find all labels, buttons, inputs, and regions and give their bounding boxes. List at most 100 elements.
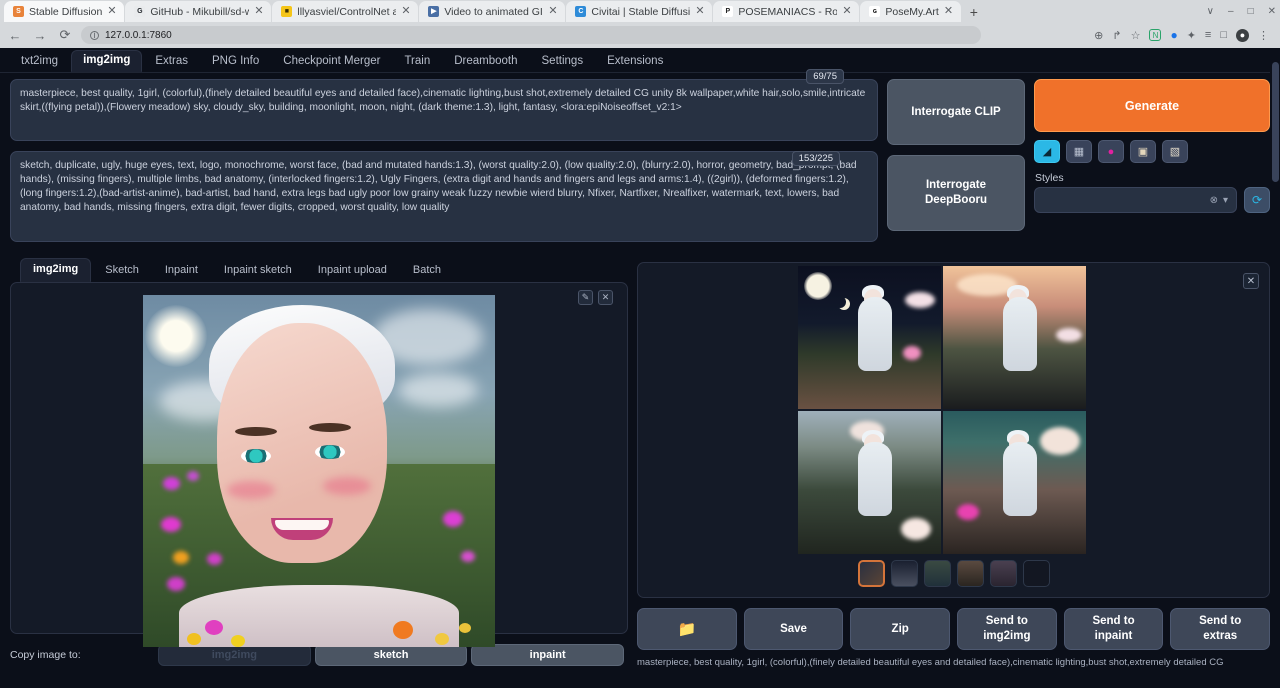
bookmark-star-icon[interactable]: ☆ bbox=[1131, 29, 1141, 42]
cloud bbox=[398, 373, 478, 407]
tab-settings[interactable]: Settings bbox=[531, 52, 595, 73]
subtab-inpaint-upload[interactable]: Inpaint upload bbox=[306, 260, 399, 282]
chevron-down-icon[interactable]: ▾ bbox=[1223, 195, 1228, 206]
paste-arrow-icon[interactable]: ◢ bbox=[1034, 140, 1060, 163]
remove-image-icon[interactable]: ✕ bbox=[598, 290, 613, 305]
address-bar[interactable]: i 127.0.0.1:7860 bbox=[81, 26, 981, 44]
open-folder-button[interactable]: 📁 bbox=[637, 608, 737, 650]
tab-png-info[interactable]: PNG Info bbox=[201, 52, 270, 73]
tab-train[interactable]: Train bbox=[393, 52, 441, 73]
reading-list-icon[interactable]: ≡ bbox=[1205, 29, 1211, 41]
chrome-menu-icon[interactable]: ⋮ bbox=[1258, 29, 1269, 42]
send-to-img2img-button[interactable]: Send to img2img bbox=[957, 608, 1057, 650]
close-window-icon[interactable]: ✕ bbox=[1268, 6, 1276, 17]
zip-button[interactable]: Zip bbox=[850, 608, 950, 650]
browser-tab-github[interactable]: G GitHub - Mikubill/sd-webui-co ✕ bbox=[125, 1, 271, 22]
subtab-inpaint-sketch[interactable]: Inpaint sketch bbox=[212, 260, 304, 282]
result-image-2[interactable] bbox=[943, 266, 1086, 409]
browser-tab-video-gif[interactable]: ▶ Video to animated GIF converter ✕ bbox=[419, 1, 565, 22]
share-icon[interactable]: ↱ bbox=[1112, 29, 1121, 42]
embroidery bbox=[393, 621, 413, 639]
close-gallery-icon[interactable]: ✕ bbox=[1243, 273, 1259, 289]
close-icon[interactable]: ✕ bbox=[944, 6, 954, 17]
img2img-left-pane: img2img Sketch Inpaint Inpaint sketch In… bbox=[10, 258, 628, 667]
apply-style-icon[interactable]: ▣ bbox=[1130, 140, 1156, 163]
notion-extension-icon[interactable]: N bbox=[1149, 29, 1161, 41]
new-tab-button[interactable]: + bbox=[962, 1, 986, 22]
generate-column: Generate ◢ ▦ ● ▣ ▧ Styles ⊗ ▾ ⟳ bbox=[1034, 79, 1270, 213]
browser-tab-civitai[interactable]: C Civitai | Stable Diffusion model ✕ bbox=[566, 1, 712, 22]
zoom-icon[interactable]: ⊕ bbox=[1094, 29, 1103, 42]
result-image-1[interactable] bbox=[798, 266, 941, 409]
copy-to-img2img-button[interactable]: img2img bbox=[158, 644, 311, 666]
forward-icon[interactable]: → bbox=[31, 28, 49, 43]
minimize-icon[interactable]: – bbox=[1228, 6, 1234, 17]
extensions-puzzle-icon[interactable]: ✦ bbox=[1187, 29, 1196, 42]
close-icon[interactable]: ✕ bbox=[548, 6, 558, 17]
result-image-3[interactable] bbox=[798, 411, 941, 554]
subtab-inpaint[interactable]: Inpaint bbox=[153, 260, 210, 282]
subtab-img2img[interactable]: img2img bbox=[20, 258, 91, 282]
extra-networks-icon[interactable]: ● bbox=[1098, 140, 1124, 163]
tab-txt2img[interactable]: txt2img bbox=[10, 52, 69, 73]
prompt-input[interactable]: masterpiece, best quality, 1girl, (color… bbox=[10, 79, 878, 141]
subtab-sketch[interactable]: Sketch bbox=[93, 260, 151, 282]
thumbnail-3[interactable] bbox=[957, 560, 984, 587]
interrogate-clip-button[interactable]: Interrogate CLIP bbox=[887, 79, 1025, 145]
reload-icon[interactable]: ⟳ bbox=[56, 27, 74, 43]
result-gallery-panel: ✕ bbox=[637, 262, 1270, 598]
maximize-icon[interactable]: □ bbox=[1248, 6, 1254, 17]
site-info-icon[interactable]: i bbox=[90, 31, 99, 40]
negative-prompt-input[interactable]: sketch, duplicate, ugly, huge eyes, text… bbox=[10, 151, 878, 242]
styles-row: ⊗ ▾ ⟳ bbox=[1034, 187, 1270, 213]
refresh-styles-button[interactable]: ⟳ bbox=[1244, 187, 1270, 213]
main-tabs: txt2img img2img Extras PNG Info Checkpoi… bbox=[0, 48, 1280, 73]
result-image-4[interactable] bbox=[943, 411, 1086, 554]
tab-dreambooth[interactable]: Dreambooth bbox=[443, 52, 528, 73]
img2img-subtabs: img2img Sketch Inpaint Inpaint sketch In… bbox=[10, 258, 628, 282]
sidepanel-icon[interactable]: □ bbox=[1220, 29, 1227, 41]
tab-search-icon[interactable]: ∨ bbox=[1207, 6, 1214, 17]
send-to-extras-button[interactable]: Send to extras bbox=[1170, 608, 1270, 650]
tab-img2img[interactable]: img2img bbox=[71, 50, 142, 73]
copy-to-inpaint-button[interactable]: inpaint bbox=[471, 644, 624, 666]
browser-tab-controlnet[interactable]: ■ lllyasviel/ControlNet at main ✕ bbox=[272, 1, 418, 22]
profile-avatar-icon[interactable]: ● bbox=[1236, 29, 1249, 42]
browser-tab-posemyart[interactable]: ɢ PoseMy.Art ✕ bbox=[860, 1, 960, 22]
prompt-token-counter: 69/75 bbox=[806, 69, 844, 84]
browser-tab-stable-diffusion[interactable]: S Stable Diffusion ✕ bbox=[4, 1, 124, 22]
close-icon[interactable]: ✕ bbox=[107, 6, 117, 17]
page-scrollbar[interactable] bbox=[1270, 48, 1280, 688]
clear-prompt-icon[interactable]: ▦ bbox=[1066, 140, 1092, 163]
thumbnail-1[interactable] bbox=[891, 560, 918, 587]
interrogate-deepbooru-button[interactable]: Interrogate DeepBooru bbox=[887, 155, 1025, 231]
subtab-batch[interactable]: Batch bbox=[401, 260, 453, 282]
back-icon[interactable]: ← bbox=[6, 28, 24, 43]
close-icon[interactable]: ✕ bbox=[401, 6, 411, 17]
extension-blue-icon[interactable]: ● bbox=[1170, 28, 1177, 42]
close-icon[interactable]: ✕ bbox=[254, 6, 264, 17]
save-button[interactable]: Save bbox=[744, 608, 844, 650]
generate-button[interactable]: Generate bbox=[1034, 79, 1270, 132]
send-to-inpaint-button[interactable]: Send to inpaint bbox=[1064, 608, 1164, 650]
thumbnail-grid[interactable] bbox=[858, 560, 885, 587]
thumbnail-dark[interactable] bbox=[1023, 560, 1050, 587]
eyebrow-right bbox=[309, 423, 351, 432]
copy-to-sketch-button[interactable]: sketch bbox=[315, 644, 468, 666]
tab-extras[interactable]: Extras bbox=[144, 52, 199, 73]
tab-checkpoint-merger[interactable]: Checkpoint Merger bbox=[272, 52, 391, 73]
thumbnail-2[interactable] bbox=[924, 560, 951, 587]
save-style-icon[interactable]: ▧ bbox=[1162, 140, 1188, 163]
browser-tab-posemaniacs[interactable]: P POSEMANIACS - Royalty free 3 ✕ bbox=[713, 1, 859, 22]
tab-extensions[interactable]: Extensions bbox=[596, 52, 674, 73]
source-image-panel[interactable]: ✎ ✕ bbox=[10, 282, 628, 634]
styles-dropdown[interactable]: ⊗ ▾ bbox=[1034, 187, 1237, 213]
close-icon[interactable]: ✕ bbox=[842, 6, 852, 17]
result-image-grid[interactable] bbox=[798, 266, 1086, 554]
clear-icon[interactable]: ⊗ bbox=[1210, 195, 1218, 206]
close-icon[interactable]: ✕ bbox=[695, 6, 705, 17]
scrollbar-thumb[interactable] bbox=[1272, 62, 1279, 182]
flower bbox=[173, 551, 189, 564]
edit-pencil-icon[interactable]: ✎ bbox=[578, 290, 593, 305]
thumbnail-4[interactable] bbox=[990, 560, 1017, 587]
